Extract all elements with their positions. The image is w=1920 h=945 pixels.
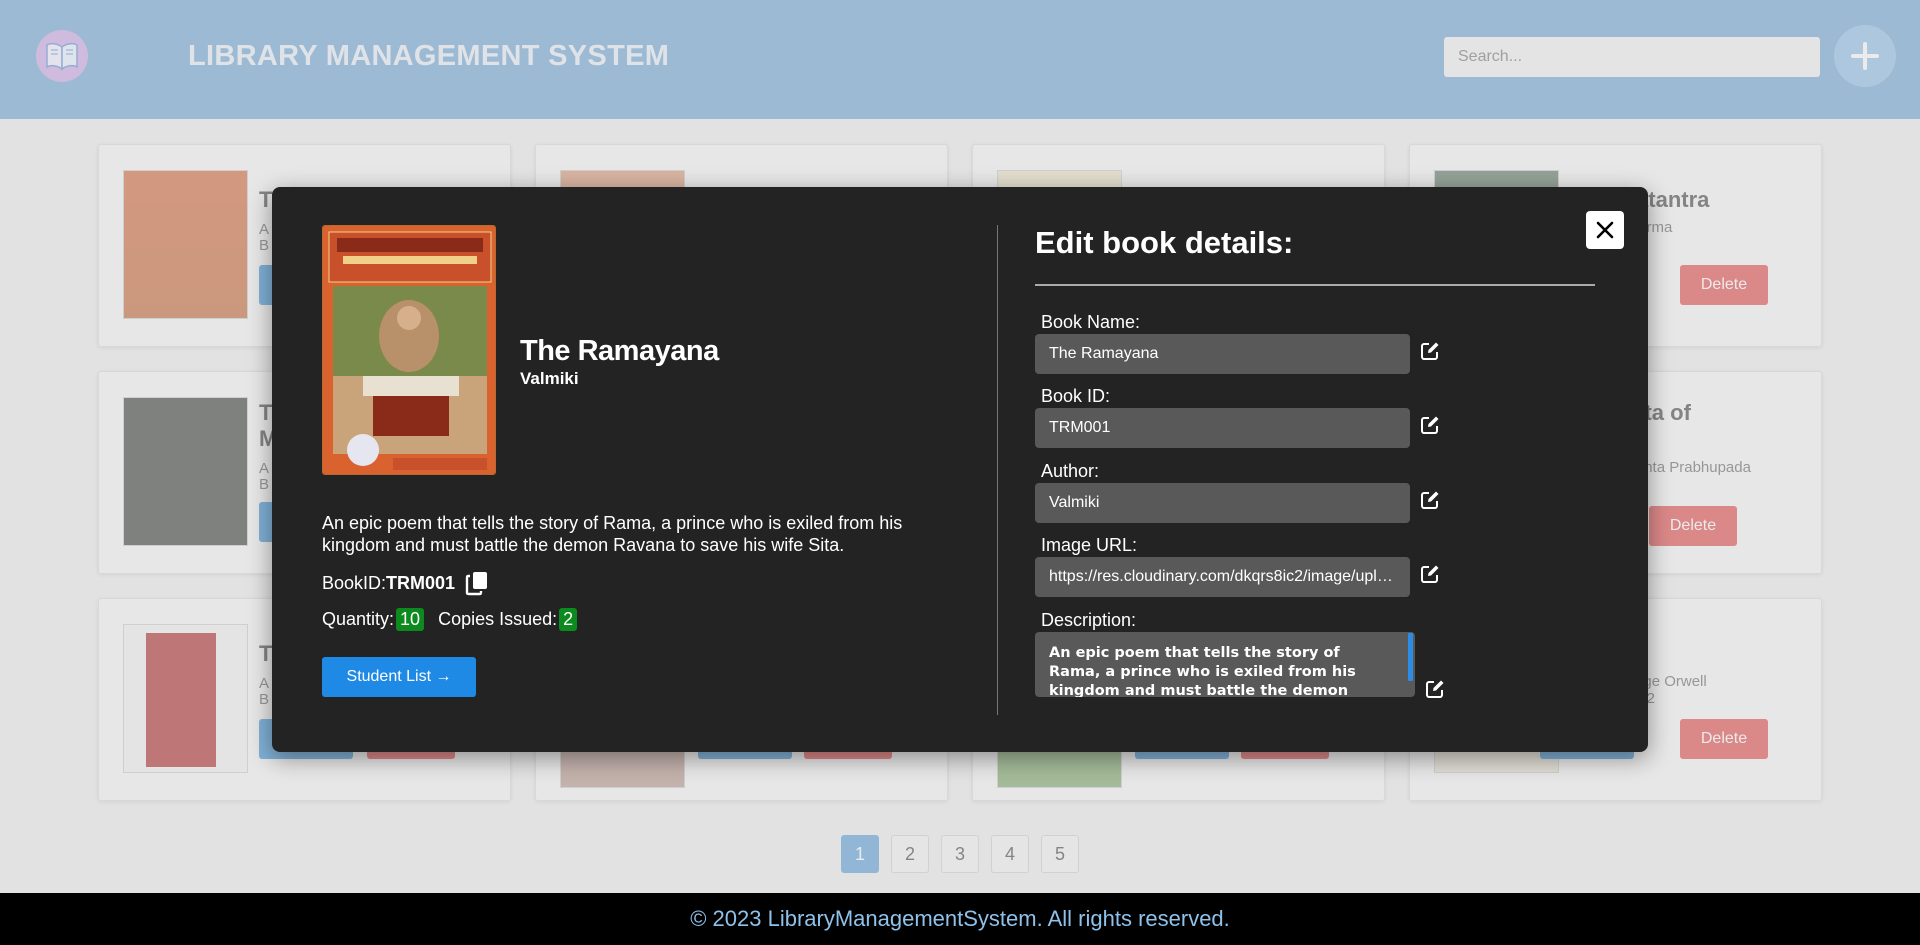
edit-icon[interactable] xyxy=(1419,340,1441,362)
textarea-scrollbar[interactable] xyxy=(1408,633,1413,681)
edit-icon[interactable] xyxy=(1419,563,1441,585)
book-id-row: BookID: TRM001 xyxy=(322,570,489,596)
footer-copyright: © 2023 LibraryManagementSystem. All righ… xyxy=(690,906,1230,931)
book-name-label: Book Name: xyxy=(1041,312,1141,332)
modal-book-description: An epic poem that tells the story of Ram… xyxy=(322,513,903,555)
book-id-field-label: Book ID: xyxy=(1041,386,1111,406)
book-cover-image xyxy=(322,225,496,475)
book-name-input[interactable]: The Ramayana xyxy=(1035,334,1410,374)
modal-divider xyxy=(997,225,998,715)
book-id-value: TRM001 xyxy=(386,572,456,593)
close-icon xyxy=(1596,221,1614,239)
book-id-input[interactable]: TRM001 xyxy=(1035,408,1410,448)
copies-issued-badge: 2 xyxy=(559,608,578,631)
quantity-label: Quantity: xyxy=(322,609,395,629)
modal-book-author: Valmiki xyxy=(520,369,579,388)
author-label: Author: xyxy=(1041,461,1100,481)
description-label: Description: xyxy=(1041,610,1137,630)
quantity-row: Quantity: 10 Copies Issued: 2 xyxy=(322,608,578,631)
edit-heading: Edit book details: xyxy=(1035,225,1294,260)
edit-icon[interactable] xyxy=(1424,678,1446,700)
edit-icon[interactable] xyxy=(1419,489,1441,511)
close-button[interactable] xyxy=(1586,211,1624,249)
footer: © 2023 LibraryManagementSystem. All righ… xyxy=(0,893,1920,945)
quantity-badge: 10 xyxy=(396,608,425,631)
copy-icon[interactable] xyxy=(465,570,489,596)
book-details-modal: The Ramayana Valmiki An epic poem that t… xyxy=(272,187,1648,752)
author-input[interactable]: Valmiki xyxy=(1035,483,1410,523)
book-id-label: BookID: xyxy=(322,572,387,593)
image-url-label: Image URL: xyxy=(1041,535,1138,555)
image-url-input[interactable]: https://res.cloudinary.com/dkqrs8ic2/ima… xyxy=(1035,557,1410,597)
copies-issued-label: Copies Issued: xyxy=(438,609,558,629)
description-textarea[interactable]: An epic poem that tells the story of Ram… xyxy=(1035,632,1415,697)
edit-icon[interactable] xyxy=(1419,414,1441,436)
modal-book-title: The Ramayana xyxy=(520,335,719,367)
student-list-button[interactable]: Student List → xyxy=(322,657,476,697)
heading-divider xyxy=(1035,284,1595,286)
